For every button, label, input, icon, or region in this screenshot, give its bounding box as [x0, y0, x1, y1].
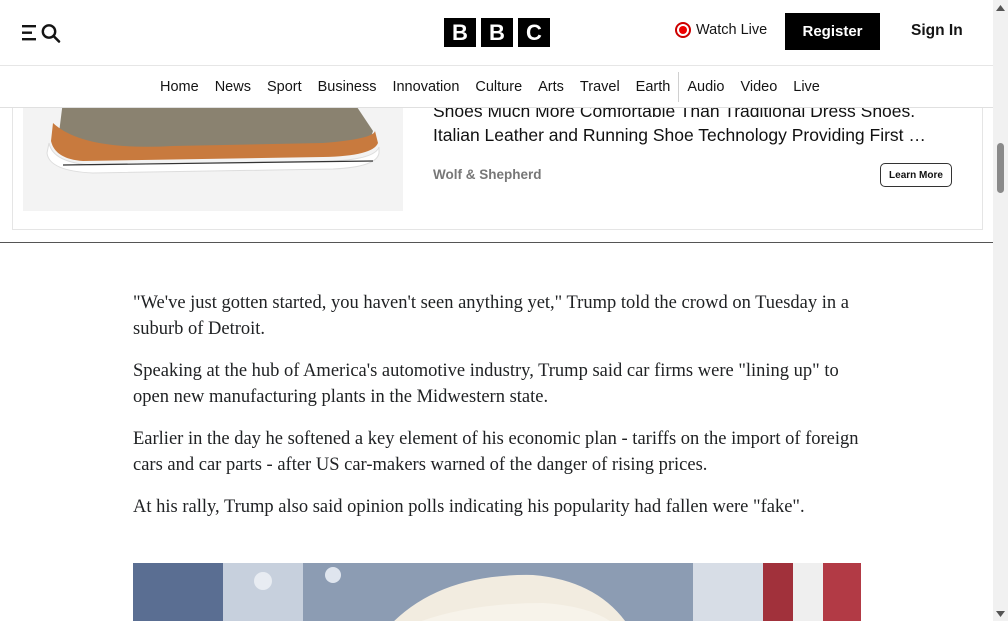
section-divider — [0, 242, 993, 243]
menu-icon — [22, 25, 36, 41]
nav-item-home[interactable]: Home — [160, 79, 207, 95]
scroll-up-arrow-icon[interactable] — [993, 0, 1008, 15]
article-paragraph: "We've just gotten started, you haven't … — [133, 293, 849, 339]
watch-live-link[interactable]: Watch Live — [675, 22, 767, 38]
nav-item-news[interactable]: News — [207, 79, 259, 95]
menu-search-button[interactable] — [22, 22, 62, 44]
nav-item-live[interactable]: Live — [785, 79, 828, 95]
nav-item-arts[interactable]: Arts — [530, 79, 572, 95]
article-paragraph: Speaking at the hub of America's automot… — [133, 361, 839, 407]
page: Shoes Much More Comfortable Than Traditi… — [0, 0, 993, 621]
vertical-scrollbar[interactable] — [993, 0, 1008, 621]
main-nav: Home News Sport Business Innovation Cult… — [0, 66, 993, 108]
nav-item-video[interactable]: Video — [732, 79, 785, 95]
logo-letter-b1: B — [444, 18, 476, 47]
sign-in-link[interactable]: Sign In — [911, 22, 963, 40]
article-paragraph: Earlier in the day he softened a key ele… — [133, 429, 859, 475]
nav-item-audio[interactable]: Audio — [679, 79, 732, 95]
ad-brand: Wolf & Shepherd — [433, 167, 542, 182]
article-paragraph: At his rally, Trump also said opinion po… — [133, 497, 805, 517]
nav-item-innovation[interactable]: Innovation — [384, 79, 467, 95]
register-button[interactable]: Register — [785, 13, 880, 50]
site-header: B B C Watch Live Register Sign In — [0, 0, 993, 66]
bbc-logo[interactable]: B B C — [444, 18, 550, 47]
nav-item-business[interactable]: Business — [310, 79, 385, 95]
search-icon — [41, 24, 61, 43]
nav-item-sport[interactable]: Sport — [259, 79, 310, 95]
live-dot-icon — [675, 22, 691, 38]
learn-more-button[interactable]: Learn More — [880, 163, 952, 187]
watch-live-label: Watch Live — [696, 22, 768, 38]
ad-headline-line2: Italian Leather and Running Shoe Technol… — [433, 125, 926, 145]
nav-item-culture[interactable]: Culture — [467, 79, 530, 95]
scrollbar-thumb[interactable] — [997, 143, 1004, 193]
nav-item-travel[interactable]: Travel — [572, 79, 628, 95]
article-body: "We've just gotten started, you haven't … — [133, 290, 863, 536]
nav-item-earth[interactable]: Earth — [628, 79, 679, 95]
logo-letter-b2: B — [481, 18, 513, 47]
logo-letter-c: C — [518, 18, 550, 47]
scroll-down-arrow-icon[interactable] — [993, 606, 1008, 621]
article-photo[interactable] — [133, 563, 861, 621]
